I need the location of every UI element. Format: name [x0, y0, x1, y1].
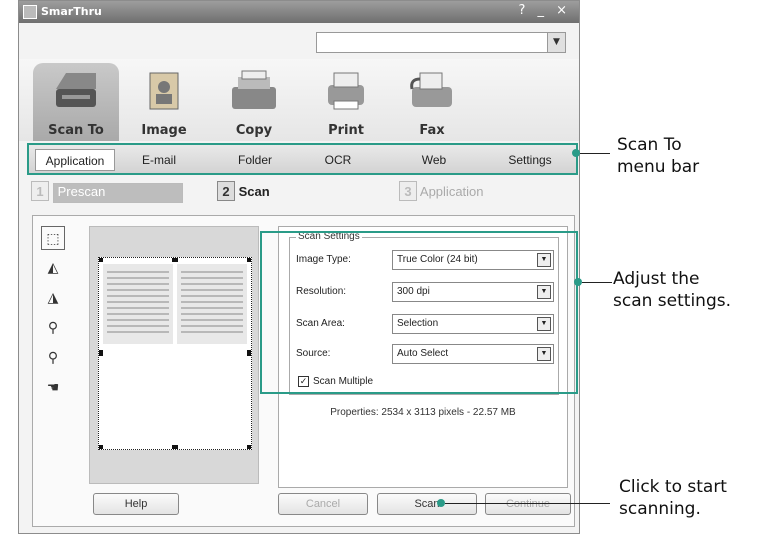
fax-label: Fax [419, 123, 445, 138]
scan-preview[interactable] [89, 226, 259, 484]
callout-text: menu bar [617, 157, 700, 177]
print-label: Print [328, 123, 364, 138]
print-button[interactable]: Print [303, 63, 389, 141]
callout-line [582, 282, 612, 283]
title-bar: SmarThru ? _ × [19, 1, 579, 23]
cancel-button[interactable]: Cancel [278, 493, 368, 515]
hand-pan-icon[interactable]: ☚ [41, 376, 65, 400]
tab-web[interactable]: Web [409, 149, 459, 171]
help-button[interactable]: Help [93, 493, 179, 515]
preview-page-image [97, 256, 253, 451]
step-indicator: 1 Prescan 2 Scan 3 Application [27, 179, 578, 205]
app-logo-icon [23, 5, 37, 19]
tab-ocr[interactable]: OCR [313, 149, 363, 171]
scan-to-label: Scan To [48, 123, 104, 138]
zoom-out-icon[interactable]: ⚲ [41, 316, 65, 340]
printer-icon [328, 72, 364, 110]
tab-email[interactable]: E-mail [129, 149, 189, 171]
scan-to-button[interactable]: Scan To [33, 63, 119, 141]
scan-properties: Properties: 2534 x 3113 pixels - 22.57 M… [330, 407, 516, 418]
image-button[interactable]: Image [121, 63, 207, 141]
rotate-icon[interactable]: ◮ [41, 286, 65, 310]
device-select[interactable]: ▼ [316, 32, 566, 53]
callout-line [580, 153, 610, 154]
step-prescan[interactable]: 1 Prescan [31, 181, 183, 203]
scanner-icon [56, 73, 96, 107]
callout-text: Scan To [617, 135, 682, 155]
copy-label: Copy [235, 123, 273, 138]
preview-document-thumbnail [97, 256, 253, 451]
window-title: SmarThru [41, 5, 102, 18]
callout-dot [574, 278, 582, 286]
callout-dot [572, 149, 580, 157]
step-label: Application [419, 184, 484, 199]
callout-menu-bar: Scan To menu bar [617, 134, 699, 178]
callout-text: scanning. [619, 499, 701, 519]
callout-line [445, 503, 610, 504]
tab-application[interactable]: Application [35, 149, 115, 171]
flip-horizontal-icon[interactable]: ◭ [41, 256, 65, 280]
step-number: 2 [217, 181, 235, 201]
step-number: 1 [31, 181, 49, 201]
callout-dot [437, 499, 445, 507]
tab-folder[interactable]: Folder [225, 149, 285, 171]
continue-button[interactable]: Continue [485, 493, 571, 515]
step-label: Scan [238, 184, 270, 199]
zoom-in-icon[interactable]: ⚲ [41, 346, 65, 370]
callout-start: Click to start scanning. [619, 476, 727, 520]
step-scan[interactable]: 2 Scan [217, 181, 270, 203]
fax-icon [410, 72, 452, 107]
image-label: Image [141, 123, 187, 138]
scan-button[interactable]: Scan [377, 493, 477, 515]
image-icon [149, 72, 179, 110]
callout-settings: Adjust the scan settings. [613, 268, 731, 312]
scan-to-menu-bar: Application E-mail Folder OCR Web Settin… [27, 143, 578, 175]
copier-icon [232, 70, 276, 109]
copy-button[interactable]: Copy [211, 63, 297, 141]
step-number: 3 [399, 181, 417, 201]
step-application[interactable]: 3 Application [399, 181, 484, 203]
window-controls[interactable]: ? _ × [518, 3, 571, 18]
preview-toolbar: ⬚ ◭ ◮ ⚲ ⚲ ☚ [41, 226, 67, 406]
fax-button[interactable]: Fax [389, 63, 475, 141]
callout-text: Adjust the [613, 269, 700, 289]
tab-settings[interactable]: Settings [497, 149, 563, 171]
callout-text: scan settings. [613, 291, 731, 311]
step-label: Prescan [52, 183, 183, 203]
settings-highlight [260, 231, 578, 394]
select-area-icon[interactable]: ⬚ [41, 226, 65, 250]
chevron-down-icon[interactable]: ▼ [547, 33, 565, 52]
function-icon-bar: Scan To Image Copy Print Fax [19, 59, 579, 141]
callout-text: Click to start [619, 477, 727, 497]
